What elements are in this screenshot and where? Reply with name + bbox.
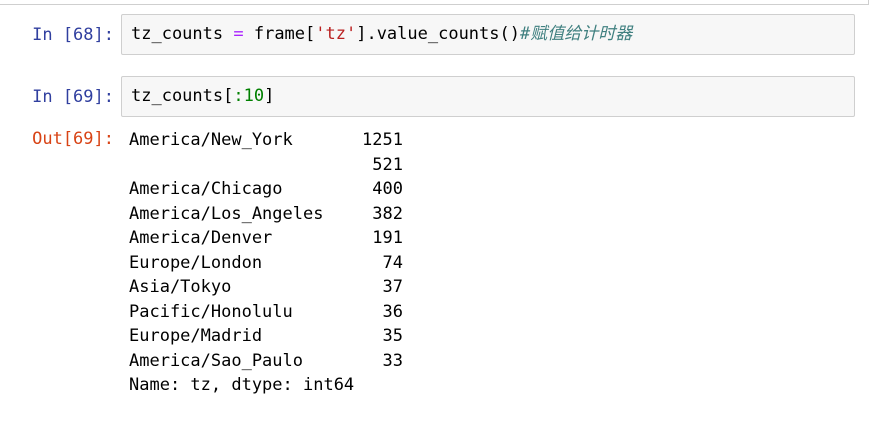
output-row-label: Pacific/Honolulu bbox=[129, 301, 293, 322]
code-token-string: 'tz' bbox=[315, 24, 357, 44]
output-row-value: 37 bbox=[382, 277, 403, 297]
input-prompt: In [68]: bbox=[32, 25, 114, 45]
output-row: Pacific/Honolulu 36 bbox=[129, 300, 403, 325]
code-token-bracket: ] bbox=[264, 86, 275, 106]
code-token-variable: tz_counts[ bbox=[131, 86, 234, 106]
output-row-value: 382 bbox=[372, 203, 403, 224]
output-row-label: Europe/Madrid bbox=[129, 326, 263, 346]
code-editor[interactable]: tz_counts = frame['tz'].value_counts()#赋… bbox=[121, 14, 855, 55]
output-row: Europe/Madrid 35 bbox=[129, 324, 403, 349]
output-prompt: Out[69]: bbox=[32, 129, 114, 149]
input-prompt: In [69]: bbox=[32, 87, 114, 107]
output-row: America/Los_Angeles 382 bbox=[129, 202, 403, 227]
output-row-label: America/Sao_Paulo bbox=[129, 350, 303, 371]
output-row: America/New_York 1251 bbox=[129, 128, 403, 153]
code-token-number: :10 bbox=[233, 86, 265, 106]
output-row: America/Sao_Paulo 33 bbox=[129, 349, 403, 374]
output-area: America/New_York 1251 521 America/Chicago 40… bbox=[129, 128, 403, 398]
output-row-value: 1251 bbox=[362, 130, 403, 150]
output-footer: Name: tz, dtype: int64 bbox=[129, 375, 355, 395]
output-row: America/Chicago 400 bbox=[129, 177, 403, 202]
code-token-comment: #赋值给计时器 bbox=[519, 24, 633, 44]
output-row-value: 74 bbox=[382, 252, 403, 273]
output-row: Europe/London 74 bbox=[129, 251, 403, 276]
output-row-label: Asia/Tokyo bbox=[129, 277, 232, 297]
output-row: America/Denver 191 bbox=[129, 226, 403, 251]
output-row-value: 521 bbox=[372, 154, 403, 175]
output-row-label: America/Chicago bbox=[129, 179, 283, 199]
output-row-value: 35 bbox=[382, 326, 403, 346]
output-row-value: 400 bbox=[372, 179, 403, 199]
code-token-call: ].value_counts() bbox=[356, 24, 520, 44]
code-editor[interactable]: tz_counts[:10] bbox=[121, 76, 855, 117]
code-token-operator: = bbox=[223, 24, 254, 44]
output-row-label bbox=[129, 153, 353, 178]
output-row-label: Europe/London bbox=[129, 252, 263, 273]
output-row-label: America/Denver bbox=[129, 228, 273, 248]
output-row-value: 36 bbox=[382, 301, 403, 322]
output-row: 521 bbox=[129, 153, 403, 178]
output-row-value: 33 bbox=[382, 350, 403, 371]
output-row: Asia/Tokyo 37 bbox=[129, 275, 403, 300]
output-row-label: America/New_York bbox=[129, 130, 293, 150]
code-token-variable: tz_counts bbox=[131, 24, 224, 44]
output-row-value: 191 bbox=[372, 228, 403, 248]
output-row-label: America/Los_Angeles bbox=[129, 203, 324, 224]
code-token-identifier: frame[ bbox=[253, 24, 316, 44]
previous-cell-border bbox=[0, 0, 869, 5]
